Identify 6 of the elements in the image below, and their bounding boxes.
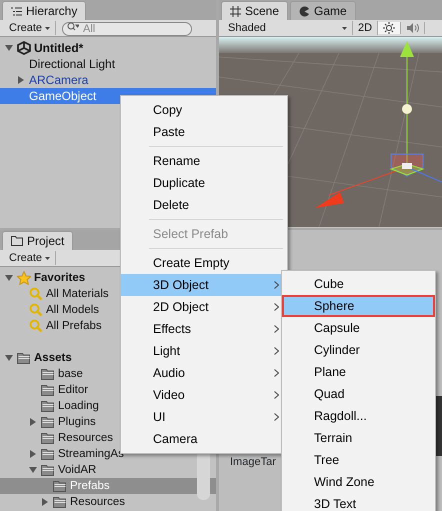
tab-label: Project (27, 233, 64, 249)
tab-label: Game (314, 3, 347, 19)
scene-name: Untitled* (34, 40, 84, 56)
tab-label: Scene (245, 3, 280, 19)
asset-name: ImageTar (230, 454, 276, 470)
tab-label: Hierarchy (26, 3, 78, 19)
